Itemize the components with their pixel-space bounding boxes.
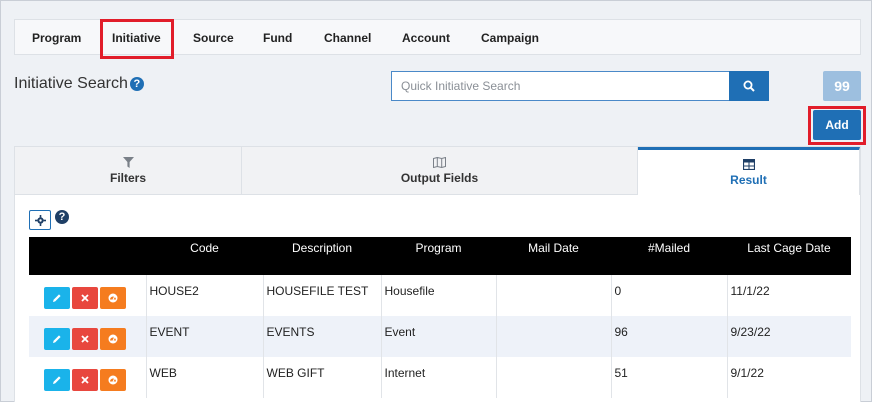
help-icon[interactable]: ? (129, 77, 144, 91)
cell-mailed: 51 (610, 357, 727, 398)
dashboard-icon (108, 375, 118, 385)
pencil-icon (53, 335, 61, 343)
table-row: EVENT EVENTS Event 96 9/23/22 (29, 316, 851, 357)
page-title: Initiative Search ? (14, 75, 144, 93)
cell-last-cage-date: 11/1/22 (726, 275, 851, 316)
results-panel: Filters Output Fields Result ? Code Desc… (14, 146, 861, 402)
tab-result-label: Result (730, 173, 767, 187)
map-icon (433, 156, 446, 168)
quote-button[interactable]: 99 (823, 71, 861, 101)
cell-program: Internet (380, 357, 496, 398)
cell-mail-date (495, 357, 611, 398)
cell-code: EVENT (145, 316, 263, 357)
cell-mailed: 96 (610, 316, 727, 357)
close-icon (81, 335, 89, 343)
dashboard-button[interactable] (100, 328, 126, 350)
cell-program: Event (380, 316, 496, 357)
col-last-cage-date[interactable]: Last Cage Date (727, 237, 851, 275)
close-icon (81, 376, 89, 384)
edit-button[interactable] (44, 369, 70, 391)
tab-program[interactable]: Program (32, 20, 81, 56)
dashboard-icon (108, 334, 118, 344)
cell-code: WEB (145, 357, 263, 398)
pencil-icon (53, 294, 61, 302)
dashboard-button[interactable] (100, 287, 126, 309)
dashboard-icon (108, 293, 118, 303)
row-actions (29, 275, 146, 316)
cell-last-cage-date: 9/1/22 (726, 357, 851, 398)
column-settings-button[interactable] (29, 210, 51, 230)
tab-channel[interactable]: Channel (324, 20, 371, 56)
edit-button[interactable] (44, 328, 70, 350)
col-mailed[interactable]: #Mailed (611, 237, 727, 275)
cell-mail-date (495, 316, 611, 357)
cell-program: Housefile (380, 275, 496, 316)
search-button[interactable] (729, 71, 769, 101)
delete-button[interactable] (72, 328, 98, 350)
pencil-icon (53, 376, 61, 384)
cell-mail-date (495, 275, 611, 316)
col-description[interactable]: Description (263, 237, 381, 275)
dashboard-button[interactable] (100, 369, 126, 391)
app-frame: Program Initiative Source Fund Channel A… (0, 0, 872, 402)
col-code[interactable]: Code (146, 237, 263, 275)
tab-output-fields[interactable]: Output Fields (242, 147, 638, 195)
delete-button[interactable] (72, 369, 98, 391)
close-icon (81, 294, 89, 302)
tab-filters[interactable]: Filters (15, 147, 242, 195)
tab-source[interactable]: Source (193, 20, 234, 56)
tab-fund[interactable]: Fund (263, 20, 292, 56)
edit-button[interactable] (44, 287, 70, 309)
tab-campaign: Campaign (481, 31, 540, 45)
search-icon (743, 80, 755, 92)
table-icon (742, 158, 755, 170)
row-actions (29, 316, 146, 357)
search-input[interactable] (391, 71, 729, 101)
results-table: Code Description Program Mail Date #Mail… (29, 237, 851, 398)
tab-account[interactable]: Account (402, 20, 450, 56)
cell-description: HOUSEFILE TEST (262, 275, 381, 316)
col-program[interactable]: Program (381, 237, 496, 275)
quick-search (391, 71, 769, 101)
row-actions (29, 357, 146, 398)
quote-icon: 99 (834, 78, 850, 94)
cell-mailed: 0 (610, 275, 727, 316)
cell-last-cage-date: 9/23/22 (726, 316, 851, 357)
col-mail-date[interactable]: Mail Date (496, 237, 611, 275)
cell-description: EVENTS (262, 316, 381, 357)
table-row: WEB WEB GIFT Internet 51 9/1/22 (29, 357, 851, 398)
gear-icon (34, 214, 46, 226)
delete-button[interactable] (72, 287, 98, 309)
tab-result[interactable]: Result (638, 147, 860, 195)
cell-description: WEB GIFT (262, 357, 381, 398)
table-help-icon[interactable]: ? (55, 210, 69, 224)
add-button-highlight (808, 106, 866, 145)
col-actions (29, 237, 146, 275)
initiative-tab-highlight (100, 19, 174, 59)
panel-tabs: Filters Output Fields Result (15, 147, 860, 195)
filter-icon (122, 156, 134, 168)
table-row: HOUSE2 HOUSEFILE TEST Housefile 0 11/1/2… (29, 275, 851, 316)
page-title-text: Initiative Search (14, 75, 128, 92)
cell-code: HOUSE2 (145, 275, 263, 316)
tab-output-fields-label: Output Fields (400, 171, 479, 185)
tab-filters-label: Filters (109, 171, 146, 185)
table-header-row: Code Description Program Mail Date #Mail… (29, 237, 851, 275)
